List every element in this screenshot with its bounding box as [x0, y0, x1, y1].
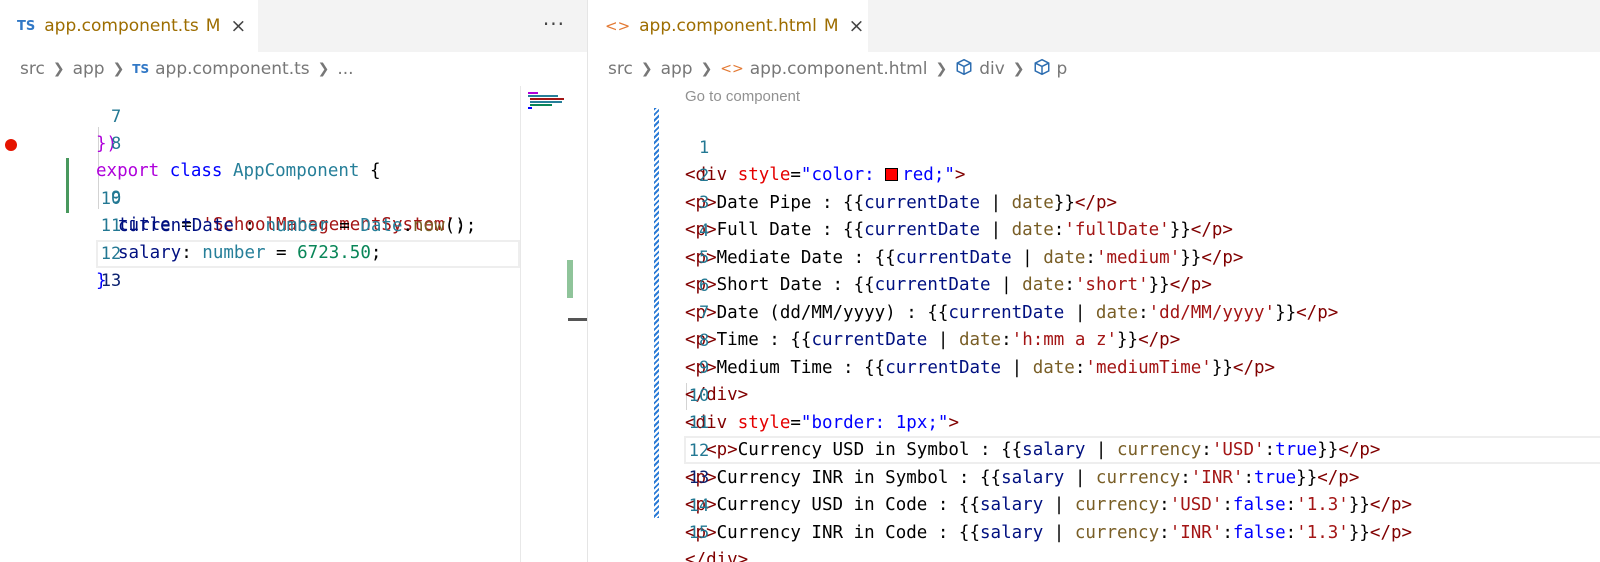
- breadcrumb-item-symbols[interactable]: ...: [337, 59, 353, 79]
- code-line: 8 <p>Medium Time : {{currentDate | date:…: [588, 301, 1600, 378]
- code-line: 10 currentDate : number = Date.now();: [0, 159, 587, 236]
- typescript-file-icon: TS: [17, 18, 36, 34]
- code-line: 4 <p>Mediate Date : {{currentDate | date…: [588, 191, 1600, 268]
- code-token: salary: [980, 523, 1044, 543]
- code-line: 13: [0, 241, 587, 291]
- breadcrumb-item-app[interactable]: app: [73, 59, 105, 79]
- breadcrumb: src ❯ app ❯ <> app.component.html ❯ div …: [588, 52, 1600, 86]
- chevron-right-icon: ❯: [935, 61, 948, 77]
- chevron-right-icon: ❯: [640, 61, 653, 77]
- code-line: 9 title = 'SchoolManagementSystem';: [0, 131, 587, 235]
- breadcrumb-item-p[interactable]: p: [1057, 59, 1068, 79]
- line-number: 13: [100, 271, 122, 291]
- breadcrumb-item-src[interactable]: src: [608, 59, 633, 79]
- breadcrumb-item-file[interactable]: app.component.ts: [155, 59, 310, 79]
- minimap[interactable]: [520, 86, 587, 562]
- code-token: 'INR': [1169, 523, 1223, 543]
- minimap-line: [530, 104, 552, 106]
- minimap-line: [530, 101, 562, 103]
- scrollbar-change-marker: [567, 260, 573, 298]
- right-editor-group: <> app.component.html M × src ❯ app ❯ <>…: [588, 0, 1600, 562]
- code-lens-go-to-component[interactable]: Go to component: [685, 88, 800, 105]
- right-tab-bar: <> app.component.html M ×: [588, 0, 1600, 52]
- code-token: </div>: [685, 550, 749, 562]
- modified-indicator: M: [823, 16, 839, 36]
- code-line: 7 <p>Time : {{currentDate | date:'h:mm a…: [588, 273, 1600, 350]
- code-editor-ts[interactable]: 7 }) 8 export class AppComponent { 9 tit…: [0, 86, 587, 562]
- minimap-line: [528, 107, 532, 109]
- code-token: '1.3': [1296, 523, 1349, 543]
- chevron-right-icon: ❯: [1012, 61, 1025, 77]
- code-line: 15 </div>: [588, 493, 1600, 562]
- minimap-line: [528, 92, 538, 94]
- code-token: |: [1043, 523, 1075, 543]
- code-line: 2 <p>Date Pipe : {{currentDate | date}}<…: [588, 136, 1600, 213]
- chevron-right-icon: ❯: [317, 61, 330, 77]
- code-token: Currency INR in Code : {{: [716, 523, 981, 543]
- code-line: 10 <div style="border: 1px;">: [588, 356, 1600, 433]
- chevron-right-icon: ❯: [700, 61, 713, 77]
- code-token: false: [1232, 523, 1286, 543]
- breadcrumb-item-div[interactable]: div: [979, 59, 1005, 79]
- code-token: :: [1285, 523, 1297, 543]
- code-line: 3 <p>Full Date : {{currentDate | date:'f…: [588, 163, 1600, 240]
- code-line: 13 <p>Currency USD in Code : {{salary | …: [588, 438, 1600, 515]
- scrollbar-cursor-marker: [568, 318, 587, 321]
- typescript-file-icon: TS: [132, 62, 150, 76]
- chevron-right-icon: ❯: [112, 61, 125, 77]
- left-editor-group: TS app.component.ts M × ··· src ❯ app ❯ …: [0, 0, 587, 562]
- html-file-icon: <>: [605, 17, 631, 35]
- cube-icon: [1033, 58, 1051, 80]
- code-token: currency: [1074, 523, 1160, 543]
- breakpoint-icon[interactable]: [5, 139, 17, 151]
- more-actions-icon[interactable]: ···: [543, 12, 565, 36]
- tab-app-component-ts[interactable]: TS app.component.ts M ×: [0, 0, 258, 52]
- chevron-right-icon: ❯: [52, 61, 65, 77]
- tab-app-component-html[interactable]: <> app.component.html M ×: [588, 0, 868, 52]
- code-token: </p>: [1369, 523, 1413, 543]
- cube-icon: [955, 58, 973, 80]
- breadcrumb-item-file[interactable]: app.component.html: [750, 59, 928, 79]
- breadcrumb-item-app[interactable]: app: [661, 59, 693, 79]
- minimap-line: [530, 98, 564, 100]
- tab-filename: app.component.ts: [44, 16, 199, 36]
- code-line: 6 <p>Date (dd/MM/yyyy) : {{currentDate |…: [588, 246, 1600, 323]
- tab-filename: app.component.html: [639, 16, 817, 36]
- code-token: :: [1222, 523, 1233, 543]
- code-line: 14 <p>Currency INR in Code : {{salary | …: [588, 466, 1600, 543]
- code-line: 12 <p>Currency INR in Symbol : {{salary …: [588, 411, 1600, 488]
- code-line: 5 <p>Short Date : {{currentDate | date:'…: [588, 218, 1600, 295]
- left-tab-bar: TS app.component.ts M × ···: [0, 0, 587, 52]
- html-file-icon: <>: [720, 61, 744, 77]
- code-line: 11 <p>Currency USD in Symbol : {{salary …: [588, 383, 1600, 460]
- code-line: 11 salary: number = 6723.50;: [0, 186, 587, 263]
- code-line: 12 }: [0, 214, 587, 291]
- code-token: }}: [1348, 523, 1370, 543]
- code-editor-html[interactable]: 1 <div style="color: red;"> 2 <p>Date Pi…: [588, 108, 1600, 562]
- close-icon[interactable]: ×: [230, 15, 246, 37]
- code-line: 9 </div>: [588, 328, 1600, 405]
- line-number: 15: [688, 523, 710, 543]
- breadcrumb-item-src[interactable]: src: [20, 59, 45, 79]
- code-line: 7 }): [0, 77, 587, 154]
- code-token: :: [1159, 523, 1170, 543]
- modified-indicator: M: [205, 16, 221, 36]
- minimap-line: [528, 95, 558, 97]
- close-icon[interactable]: ×: [849, 15, 865, 37]
- code-line: 8 export class AppComponent {: [0, 104, 587, 181]
- code-line: 1 <div style="color: red;">: [588, 108, 1600, 185]
